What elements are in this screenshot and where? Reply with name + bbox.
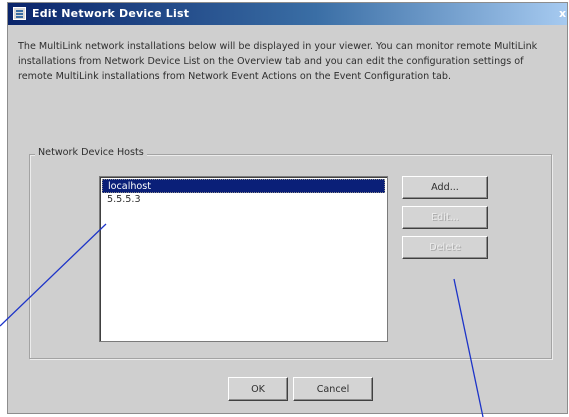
add-button[interactable]: Add... <box>402 176 488 199</box>
list-item[interactable]: localhost <box>102 179 385 193</box>
close-icon[interactable]: x <box>559 7 567 21</box>
window-menu-icon[interactable] <box>13 7 26 20</box>
group-legend: Network Device Hosts <box>35 147 147 158</box>
window-title: Edit Network Device List <box>32 7 190 20</box>
list-item[interactable]: 5.5.5.3 <box>102 193 385 207</box>
title-bar[interactable]: Edit Network Device List x <box>8 3 567 25</box>
edit-button[interactable]: Edit... <box>402 206 488 229</box>
host-list[interactable]: localhost 5.5.5.3 <box>99 176 388 342</box>
delete-button[interactable]: Delete <box>402 236 488 259</box>
screenshot-canvas: Edit Network Device List x The MultiLink… <box>0 0 569 417</box>
cancel-button[interactable]: Cancel <box>293 377 373 401</box>
dialog-description: The MultiLink network installations belo… <box>18 41 538 82</box>
host-name: 5.5.5.3 <box>107 194 141 205</box>
host-name: localhost <box>108 181 152 192</box>
ok-button[interactable]: OK <box>228 377 288 401</box>
